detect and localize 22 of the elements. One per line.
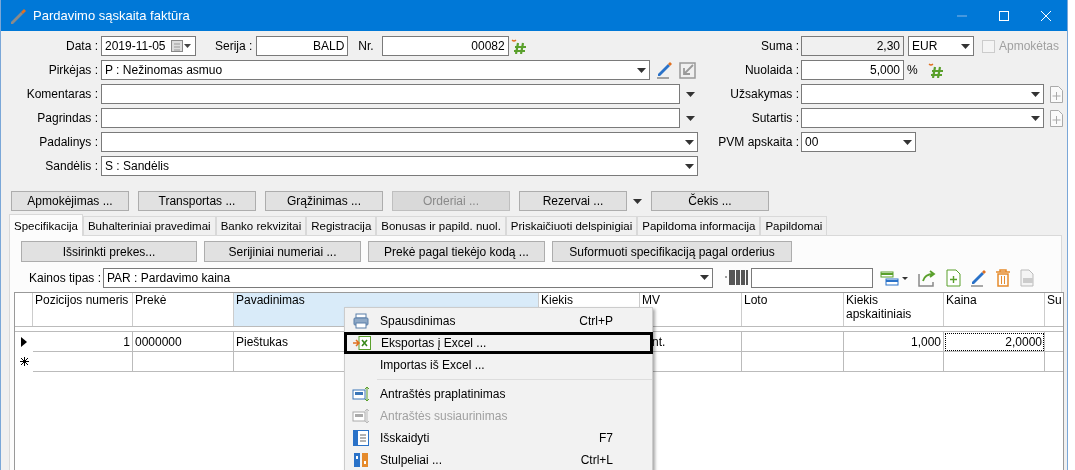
field-label: PVM apskaita :	[717, 135, 800, 149]
field-label: Padalinys :	[38, 135, 99, 149]
field-label: Nuolaida :	[743, 63, 800, 77]
field-label: Komentaras :	[25, 87, 99, 101]
table-cell: 1,000	[844, 332, 944, 352]
table-cell: 2,0000	[944, 332, 1045, 352]
window-title: Pardavimo sąskaita faktūra	[33, 8, 190, 23]
field-label: Data :	[65, 39, 99, 53]
field-label: Suma :	[760, 39, 800, 53]
sum-field: 2,30	[801, 36, 904, 56]
field-label: Serija :	[215, 39, 253, 53]
checkbox-label: Apmokėtas	[999, 39, 1060, 53]
field-label: Kainos tipas :	[27, 270, 102, 285]
field-label: Užsakymas :	[729, 87, 800, 101]
field-label: Sutartis :	[750, 111, 800, 125]
field-label: Pagrindas :	[36, 111, 99, 125]
field-label: Sandėlis :	[44, 159, 99, 173]
table-cell: 0000000	[133, 332, 234, 352]
unit-label: %	[907, 63, 918, 77]
table-cell: 1	[33, 332, 133, 352]
field-label: Nr.	[358, 39, 374, 53]
field-label: Pirkėjas :	[47, 63, 99, 77]
